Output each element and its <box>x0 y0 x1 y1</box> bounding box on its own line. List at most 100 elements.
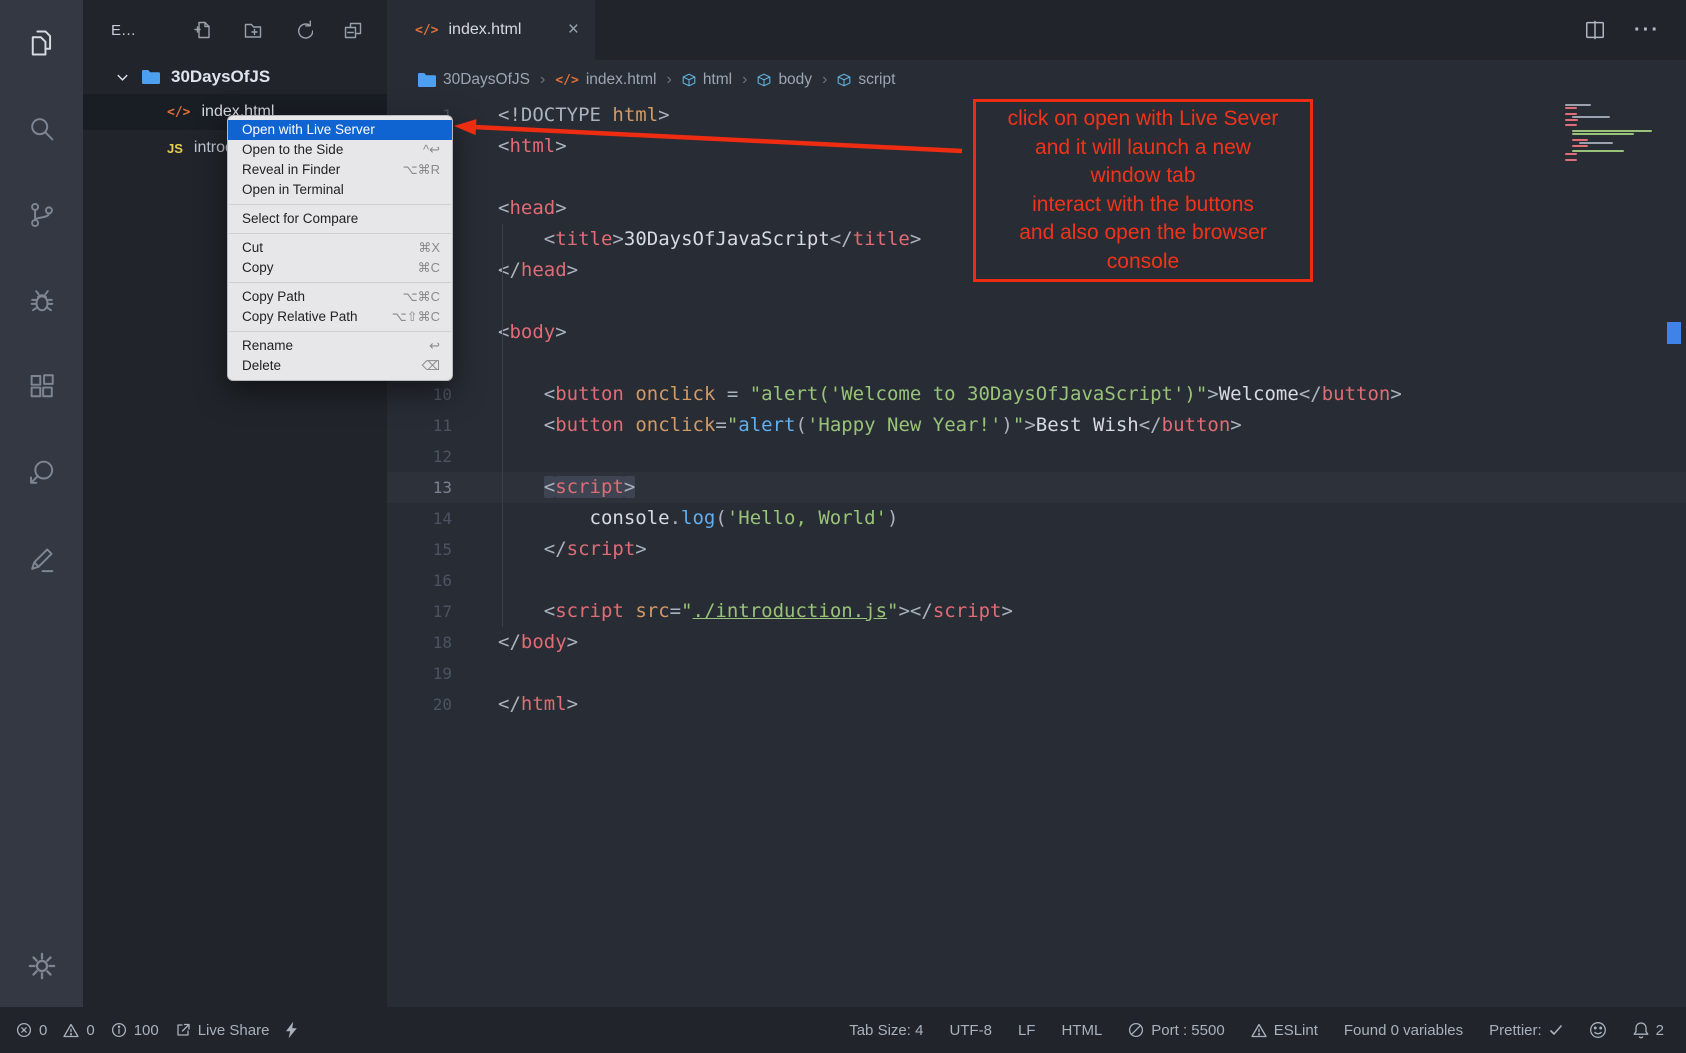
line-number[interactable]: 20 <box>387 689 482 720</box>
code-text: <title>30DaysOfJavaScript</title> <box>482 224 921 255</box>
menu-item-copy-path[interactable]: Copy Path⌥⌘C <box>228 287 452 307</box>
activity-bar <box>0 0 83 1007</box>
split-editor-icon[interactable] <box>1584 19 1606 41</box>
line-number[interactable]: 18 <box>387 627 482 658</box>
code-line-9[interactable]: 9 <box>387 348 1686 379</box>
menu-item-open-to-the-side[interactable]: Open to the Side^↩ <box>228 140 452 160</box>
status-warnings[interactable]: 0 <box>63 1022 94 1039</box>
extensions-icon[interactable] <box>15 358 69 416</box>
menu-item-open-with-live-server[interactable]: Open with Live Server <box>228 120 452 140</box>
indent-guide <box>502 224 503 627</box>
code-line-12[interactable]: 12 <box>387 441 1686 472</box>
code-text <box>482 348 498 379</box>
code-text: <head> <box>482 193 567 224</box>
menu-item-select-for-compare[interactable]: Select for Compare <box>228 209 452 229</box>
status-prettier[interactable]: Prettier: <box>1489 1022 1563 1039</box>
code-line-18[interactable]: 18</body> <box>387 627 1686 658</box>
status-label: 2 <box>1656 1022 1664 1039</box>
code-line-13[interactable]: 13 <script> <box>387 472 1686 503</box>
code-line-14[interactable]: 14 console.log('Hello, World') <box>387 503 1686 534</box>
line-number[interactable]: 14 <box>387 503 482 534</box>
code-line-11[interactable]: 11 <button onclick="alert('Happy New Yea… <box>387 410 1686 441</box>
status-feedback[interactable] <box>1589 1021 1607 1039</box>
status-label: HTML <box>1061 1022 1102 1039</box>
line-number[interactable]: 16 <box>387 565 482 596</box>
html-file-icon: </> <box>415 23 438 38</box>
status-label: Found 0 variables <box>1344 1022 1463 1039</box>
status-infos[interactable]: 100 <box>111 1022 159 1039</box>
close-tab-icon[interactable]: × <box>568 19 579 41</box>
line-number[interactable]: 15 <box>387 534 482 565</box>
new-folder-icon[interactable] <box>243 20 263 40</box>
status-errors[interactable]: 0 <box>16 1022 47 1039</box>
cube-icon <box>757 73 771 87</box>
breadcrumb-item-body[interactable]: body <box>757 71 812 89</box>
sidebar-header: E… <box>83 0 387 60</box>
code-text <box>482 565 498 596</box>
line-number[interactable]: 13 <box>387 472 482 503</box>
breadcrumb-label: script <box>858 71 895 89</box>
settings-gear-icon[interactable] <box>15 937 69 995</box>
tree-root-folder[interactable]: 30DaysOfJS <box>83 60 387 94</box>
search-icon[interactable] <box>15 100 69 158</box>
breadcrumb-label: body <box>778 71 812 89</box>
cube-icon <box>837 73 851 87</box>
breadcrumb-item-30daysofjs[interactable]: 30DaysOfJS <box>417 71 530 89</box>
tab-index-html[interactable]: </> index.html × <box>387 0 595 60</box>
breadcrumb-item-script[interactable]: script <box>837 71 895 89</box>
code-line-8[interactable]: 8<body> <box>387 317 1686 348</box>
explorer-icon[interactable] <box>15 14 69 72</box>
code-text: <html> <box>482 131 567 162</box>
bell-icon <box>1633 1021 1649 1039</box>
refresh-icon[interactable] <box>293 20 313 40</box>
more-actions-icon[interactable]: ··· <box>1634 19 1660 42</box>
code-text: <body> <box>482 317 567 348</box>
menu-item-copy-relative-path[interactable]: Copy Relative Path⌥⇧⌘C <box>228 307 452 327</box>
code-line-17[interactable]: 17 <script src="./introduction.js"></scr… <box>387 596 1686 627</box>
bolt-icon <box>285 1021 298 1039</box>
code-line-7[interactable]: 7 <box>387 286 1686 317</box>
code-line-19[interactable]: 19 <box>387 658 1686 689</box>
menu-item-copy[interactable]: Copy⌘C <box>228 258 452 278</box>
breadcrumb-item-index-html[interactable]: </>index.html <box>555 71 656 89</box>
code-text: <button onclick = "alert('Welcome to 30D… <box>482 379 1402 410</box>
annotation-line: and also open the browser <box>980 219 1306 248</box>
source-control-icon[interactable] <box>15 186 69 244</box>
line-number[interactable]: 19 <box>387 658 482 689</box>
code-line-10[interactable]: 10 <button onclick = "alert('Welcome to … <box>387 379 1686 410</box>
status-notifications[interactable]: 2 <box>1633 1021 1664 1039</box>
menu-item-cut[interactable]: Cut⌘X <box>228 238 452 258</box>
menu-item-rename[interactable]: Rename↩ <box>228 336 452 356</box>
status-tab-size[interactable]: Tab Size: 4 <box>849 1022 923 1039</box>
status-live-share[interactable]: Live Share <box>175 1022 270 1039</box>
status-label: Live Share <box>198 1022 270 1039</box>
code-text: <!DOCTYPE html> <box>482 100 670 131</box>
code-line-16[interactable]: 16 <box>387 565 1686 596</box>
vscode-window: E… 30DaysOfJS </>index.htmlJSintroductio… <box>0 0 1686 1053</box>
menu-item-delete[interactable]: Delete⌫ <box>228 356 452 376</box>
status-eol[interactable]: LF <box>1018 1022 1036 1039</box>
collapse-all-icon[interactable] <box>343 20 363 40</box>
menu-item-reveal-in-finder[interactable]: Reveal in Finder⌥⌘R <box>228 160 452 180</box>
pen-icon[interactable] <box>15 530 69 588</box>
code-text: </head> <box>482 255 578 286</box>
status-variables[interactable]: Found 0 variables <box>1344 1022 1463 1039</box>
line-number[interactable]: 17 <box>387 596 482 627</box>
status-eslint[interactable]: ESLint <box>1251 1022 1318 1039</box>
line-number[interactable]: 10 <box>387 379 482 410</box>
line-number[interactable]: 11 <box>387 410 482 441</box>
line-number[interactable]: 12 <box>387 441 482 472</box>
sidebar-title: E… <box>111 22 136 39</box>
status-language-mode[interactable]: HTML <box>1061 1022 1102 1039</box>
status-live-server-port[interactable]: Port : 5500 <box>1128 1022 1224 1039</box>
breadcrumb-item-html[interactable]: html <box>682 71 732 89</box>
new-file-icon[interactable] <box>193 20 213 40</box>
code-line-20[interactable]: 20</html> <box>387 689 1686 720</box>
status-bolt[interactable] <box>285 1021 298 1039</box>
live-share-icon[interactable] <box>15 444 69 502</box>
run-debug-icon[interactable] <box>15 272 69 330</box>
menu-item-open-in-terminal[interactable]: Open in Terminal <box>228 180 452 200</box>
status-encoding[interactable]: UTF-8 <box>949 1022 992 1039</box>
minimap[interactable] <box>1565 104 1660 166</box>
code-line-15[interactable]: 15 </script> <box>387 534 1686 565</box>
